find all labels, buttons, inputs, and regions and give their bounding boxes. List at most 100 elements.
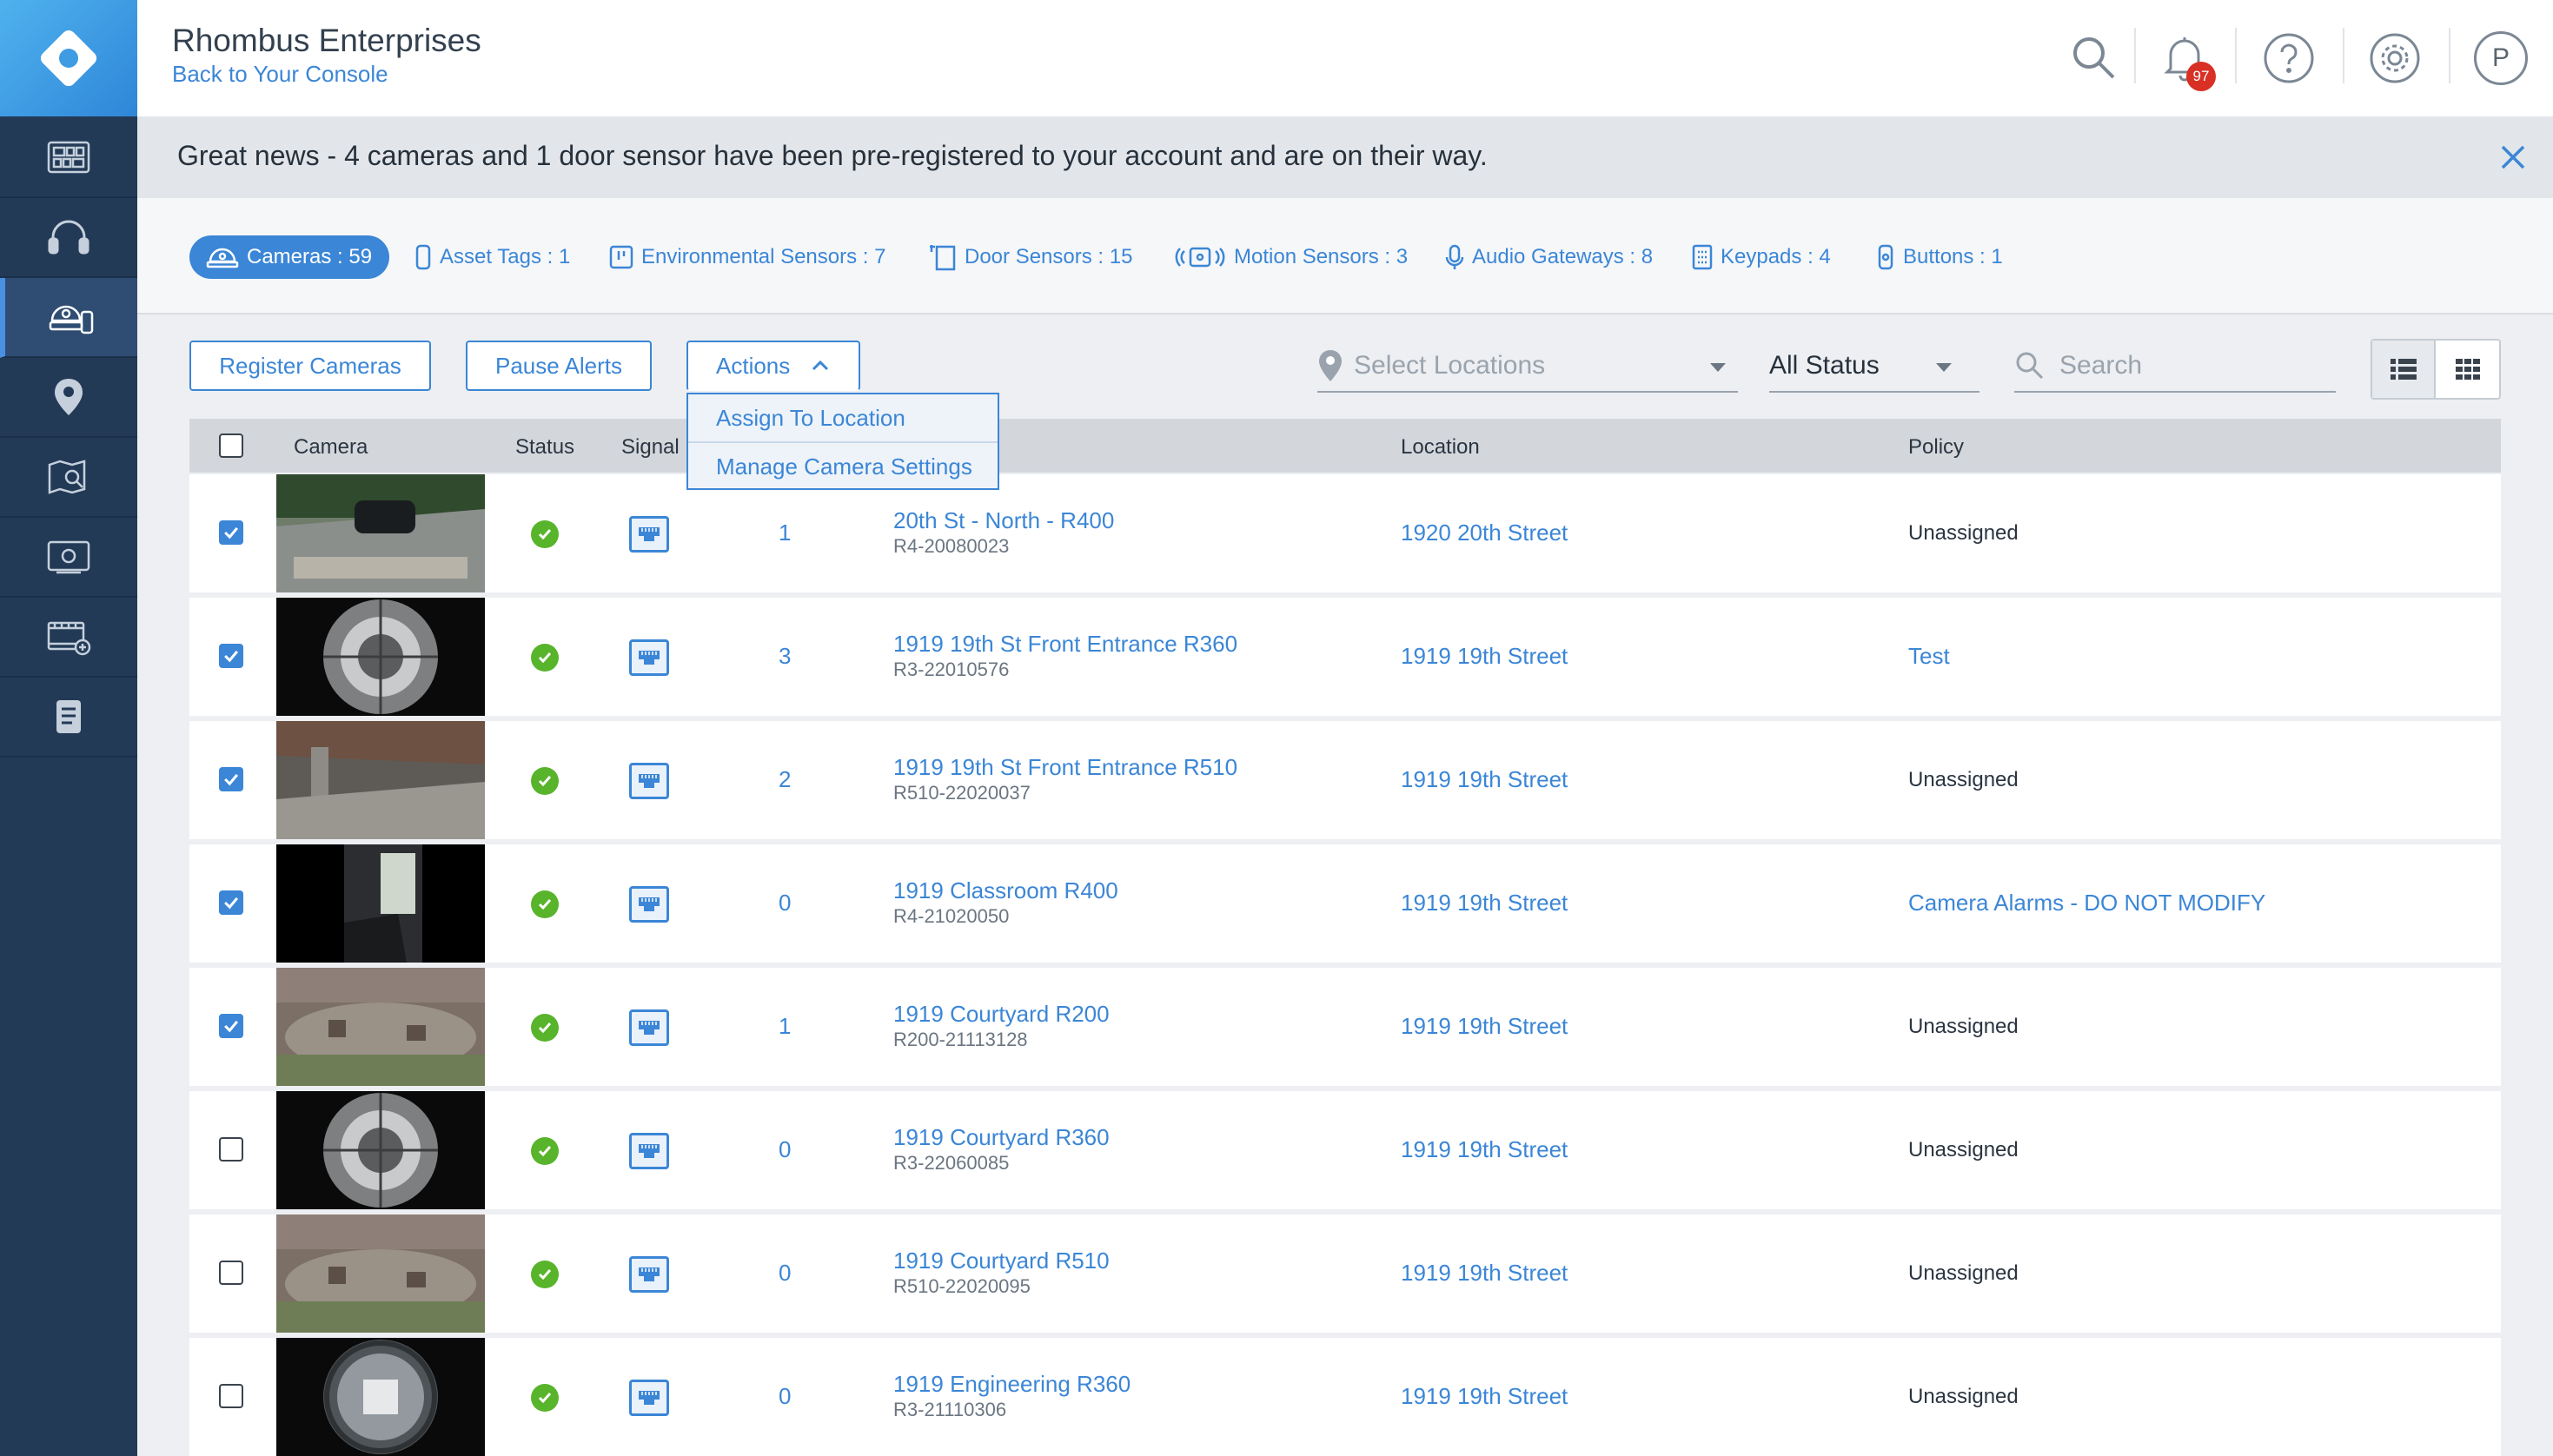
camera-name-link[interactable]: 20th St - North - R400 <box>893 507 1114 534</box>
rhombus-logo[interactable] <box>0 0 137 116</box>
row-checkbox[interactable] <box>219 890 243 915</box>
ethernet-signal-icon <box>629 1133 669 1169</box>
camera-thumbnail[interactable] <box>276 474 485 592</box>
column-header-policy[interactable]: Policy <box>1908 435 1964 460</box>
location-link[interactable]: 1919 19th Street <box>1401 1136 1568 1163</box>
camera-thumbnail[interactable] <box>276 1214 485 1333</box>
tab-cameras[interactable]: Cameras : 59 <box>189 235 390 279</box>
sidebar-item-reports[interactable] <box>0 678 137 758</box>
select-all-checkbox[interactable] <box>219 433 243 458</box>
locations-select[interactable]: Select Locations <box>1317 341 1738 393</box>
count-link[interactable]: 0 <box>779 890 791 917</box>
table-row[interactable]: 1 20th St - North - R400 R4-20080023 1920 2… <box>189 474 2501 592</box>
column-header-camera[interactable]: Camera <box>294 435 368 460</box>
tab-environmental-sensors[interactable]: Environmental Sensors : 7 <box>608 235 885 279</box>
status-online-icon <box>531 644 559 672</box>
camera-name-link[interactable]: 1919 19th St Front Entrance R360 <box>893 631 1237 658</box>
button-device-icon <box>1878 244 1893 270</box>
location-link[interactable]: 1919 19th Street <box>1401 1013 1568 1040</box>
camera-thumbnail[interactable] <box>276 968 485 1086</box>
camera-name-link[interactable]: 1919 Courtyard R200 <box>893 1001 1110 1028</box>
sidebar-item-video-wall[interactable] <box>0 518 137 598</box>
pause-alerts-button[interactable]: Pause Alerts <box>466 341 652 391</box>
table-row[interactable]: 3 1919 19th St Front Entrance R360 R3-2201… <box>189 598 2501 716</box>
row-checkbox[interactable] <box>219 1014 243 1038</box>
search-field[interactable]: Search <box>2014 341 2336 393</box>
table-row[interactable]: 2 1919 19th St Front Entrance R510 R510-22… <box>189 721 2501 839</box>
camera-thumbnail[interactable] <box>276 1091 485 1209</box>
video-wall-icon <box>47 540 90 574</box>
camera-name-link[interactable]: 1919 Courtyard R360 <box>893 1124 1110 1151</box>
location-link[interactable]: 1919 19th Street <box>1401 1383 1568 1410</box>
camera-name-link[interactable]: 1919 19th St Front Entrance R510 <box>893 754 1237 781</box>
status-select[interactable]: All Status <box>1769 341 1979 393</box>
location-link[interactable]: 1919 19th Street <box>1401 890 1568 917</box>
list-view-button[interactable] <box>2372 341 2437 398</box>
settings-button[interactable] <box>2360 23 2430 93</box>
asset-tag-icon <box>415 244 431 270</box>
policy-value[interactable]: Test <box>1908 643 1950 670</box>
sidebar-item-map[interactable] <box>0 438 137 518</box>
row-checkbox[interactable] <box>219 767 243 791</box>
count-link[interactable]: 2 <box>779 766 791 793</box>
table-row[interactable]: 0 1919 Engineering R360 R3-21110306 1919 19… <box>189 1338 2501 1456</box>
tab-asset-tags[interactable]: Asset Tags : 1 <box>414 235 570 279</box>
user-avatar-button[interactable]: P <box>2466 23 2536 93</box>
column-header-status[interactable]: Status <box>515 435 574 460</box>
policy-value[interactable]: Camera Alarms - DO NOT MODIFY <box>1908 890 2265 917</box>
grid-view-button[interactable] <box>2436 341 2499 398</box>
sidebar-item-locations[interactable] <box>0 358 137 438</box>
count-link[interactable]: 0 <box>779 1383 791 1410</box>
headset-icon <box>48 220 90 255</box>
notifications-button[interactable]: 97 <box>2150 23 2219 93</box>
camera-name-link[interactable]: 1919 Classroom R400 <box>893 877 1118 904</box>
table-row[interactable]: 0 1919 Classroom R400 R4-21020050 1919 19th… <box>189 844 2501 963</box>
camera-name-link[interactable]: 1919 Courtyard R510 <box>893 1248 1110 1274</box>
location-link[interactable]: 1920 20th Street <box>1401 520 1568 546</box>
tab-buttons[interactable]: Buttons : 1 <box>1875 235 2003 279</box>
ethernet-signal-icon <box>629 1256 669 1293</box>
close-icon[interactable] <box>2496 140 2530 175</box>
camera-thumbnail[interactable] <box>276 1338 485 1456</box>
camera-thumbnail[interactable] <box>276 721 485 839</box>
column-header-signal[interactable]: Signal <box>621 435 680 460</box>
organization-name: Rhombus Enterprises <box>172 23 481 58</box>
count-link[interactable]: 1 <box>779 520 791 546</box>
register-cameras-button[interactable]: Register Cameras <box>189 341 431 391</box>
sidebar-item-dashboard[interactable] <box>0 118 137 198</box>
camera-thumbnail[interactable] <box>276 598 485 716</box>
tab-door-sensors[interactable]: Door Sensors : 15 <box>926 235 1132 279</box>
actions-dropdown-button[interactable]: Actions <box>686 341 860 391</box>
count-link[interactable]: 0 <box>779 1260 791 1287</box>
camera-name-link[interactable]: 1919 Engineering R360 <box>893 1371 1131 1398</box>
tab-motion-sensors[interactable]: Motion Sensors : 3 <box>1173 235 1408 279</box>
menu-item-manage-camera-settings[interactable]: Manage Camera Settings <box>688 441 998 488</box>
gear-icon <box>2370 33 2420 83</box>
table-row[interactable]: 0 1919 Courtyard R510 R510-22020095 1919 19… <box>189 1214 2501 1333</box>
location-link[interactable]: 1919 19th Street <box>1401 766 1568 793</box>
column-header-location[interactable]: Location <box>1401 435 1480 460</box>
table-row[interactable]: 1 1919 Courtyard R200 R200-21113128 1919 19… <box>189 968 2501 1086</box>
sidebar-item-clips[interactable] <box>0 598 137 678</box>
count-link[interactable]: 0 <box>779 1136 791 1163</box>
sidebar-item-support[interactable] <box>0 198 137 278</box>
tab-keypads[interactable]: Keypads : 4 <box>1691 235 1831 279</box>
help-button[interactable] <box>2254 23 2324 93</box>
sidebar-item-devices[interactable] <box>0 278 137 358</box>
back-to-console-link[interactable]: Back to Your Console <box>172 61 388 88</box>
row-checkbox[interactable] <box>219 1261 243 1285</box>
location-link[interactable]: 1919 19th Street <box>1401 1260 1568 1287</box>
row-checkbox[interactable] <box>219 520 243 545</box>
search-button[interactable] <box>2059 23 2129 93</box>
row-checkbox[interactable] <box>219 1384 243 1408</box>
menu-item-assign-location[interactable]: Assign To Location <box>688 394 998 441</box>
ethernet-signal-icon <box>629 516 669 553</box>
count-link[interactable]: 1 <box>779 1013 791 1040</box>
camera-thumbnail[interactable] <box>276 844 485 963</box>
tab-audio-gateways[interactable]: Audio Gateways : 8 <box>1444 235 1653 279</box>
count-link[interactable]: 3 <box>779 643 791 670</box>
location-link[interactable]: 1919 19th Street <box>1401 643 1568 670</box>
row-checkbox[interactable] <box>219 644 243 668</box>
row-checkbox[interactable] <box>219 1137 243 1161</box>
table-row[interactable]: 0 1919 Courtyard R360 R3-22060085 1919 19th… <box>189 1091 2501 1209</box>
